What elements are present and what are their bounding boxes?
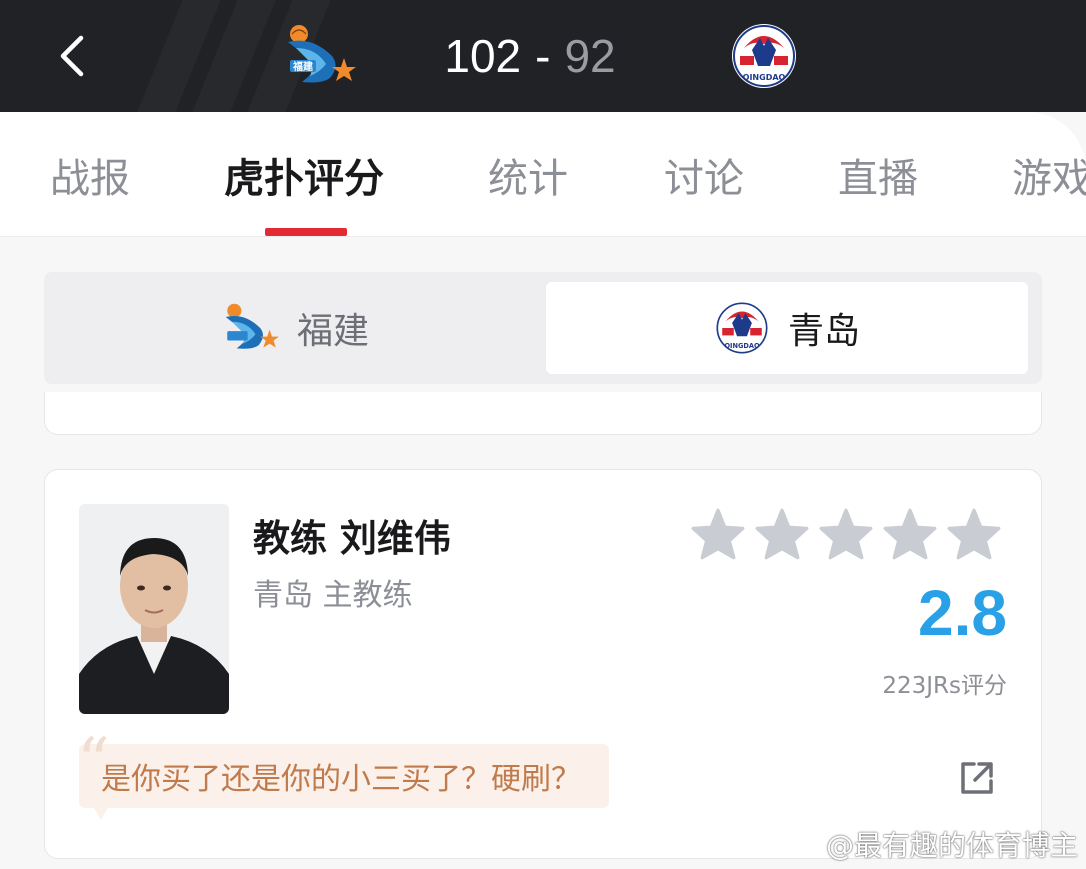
active-tab-indicator	[265, 228, 347, 236]
previous-player-card	[44, 392, 1042, 435]
team-option-label: 福建	[296, 311, 369, 352]
quote-icon: “	[77, 725, 110, 799]
share-external-icon	[961, 762, 993, 794]
fujian-sturgeons-logo-icon	[225, 303, 279, 349]
game-header: 福建 102 - 92 QINGDAO	[0, 0, 1086, 112]
fujian-team-logo[interactable]: 福建	[282, 22, 356, 94]
coach-role: 青岛 主教练	[253, 578, 413, 613]
svg-text:QINGDAO: QINGDAO	[743, 73, 786, 82]
tab-live[interactable]: 直播	[838, 146, 918, 204]
svg-text:QINGDAO: QINGDAO	[724, 342, 759, 350]
tab-discussion[interactable]: 讨论	[664, 146, 744, 204]
star-icon[interactable]	[691, 508, 745, 560]
qingdao-eagles-logo-icon: QINGDAO	[716, 302, 768, 354]
star-icon[interactable]	[819, 508, 873, 560]
tab-stats[interactable]: 统计	[488, 146, 568, 204]
qingdao-eagles-logo-icon: QINGDAO	[732, 24, 796, 88]
team-switch: 福建 QINGDAO 青岛	[44, 272, 1042, 384]
tab-hupu-rating[interactable]: 虎扑评分	[224, 146, 384, 204]
star-icon[interactable]	[947, 508, 1001, 560]
qingdao-team-logo[interactable]: QINGDAO	[730, 22, 798, 94]
rating-count: 223JRs评分	[882, 673, 1007, 699]
chevron-left-icon	[60, 35, 84, 77]
top-comment-text: 是你买了还是你的小三买了？硬刷？	[101, 762, 581, 797]
tab-bar: 战报 虎扑评分 统计 讨论 直播 游戏	[0, 112, 1086, 237]
coach-name: 教练 刘维伟	[253, 517, 451, 560]
away-score: 92	[564, 30, 616, 82]
bubble-tail	[93, 806, 109, 820]
home-score: 102	[444, 30, 522, 82]
share-button[interactable]	[957, 758, 997, 798]
top-comment-bubble[interactable]: “ 是你买了还是你的小三买了？硬刷？	[77, 730, 609, 820]
watermark-text: @最有趣的体育博主	[825, 829, 1078, 862]
score-separator: -	[535, 30, 551, 82]
team-option-qingdao[interactable]: QINGDAO 青岛	[546, 282, 1028, 374]
watermark: @最有趣的体育博主	[790, 824, 1078, 864]
team-option-fujian[interactable]: 福建	[54, 282, 536, 374]
scoreboard: 102 - 92	[430, 24, 630, 88]
tab-games[interactable]: 游戏	[1012, 146, 1086, 204]
team-option-label: 青岛	[787, 311, 860, 352]
content-panel: 战报 虎扑评分 统计 讨论 直播 游戏 福建 QINGDAO 青岛 教练 刘维伟…	[0, 112, 1086, 869]
weibo-icon	[790, 834, 818, 856]
star-icon[interactable]	[883, 508, 937, 560]
fujian-sturgeons-logo-icon: 福建	[288, 25, 356, 83]
tab-report[interactable]: 战报	[50, 146, 130, 204]
back-button[interactable]	[48, 28, 96, 84]
svg-text:福建: 福建	[292, 60, 314, 73]
star-icon[interactable]	[755, 508, 809, 560]
coach-rating-card[interactable]: 教练 刘维伟 青岛 主教练 2.8 223JRs评分 “ 是你买了还是你的小三买…	[44, 469, 1042, 859]
average-rating: 2.8	[918, 577, 1007, 649]
star-rating-input[interactable]	[691, 508, 1001, 560]
coach-photo	[79, 504, 229, 714]
